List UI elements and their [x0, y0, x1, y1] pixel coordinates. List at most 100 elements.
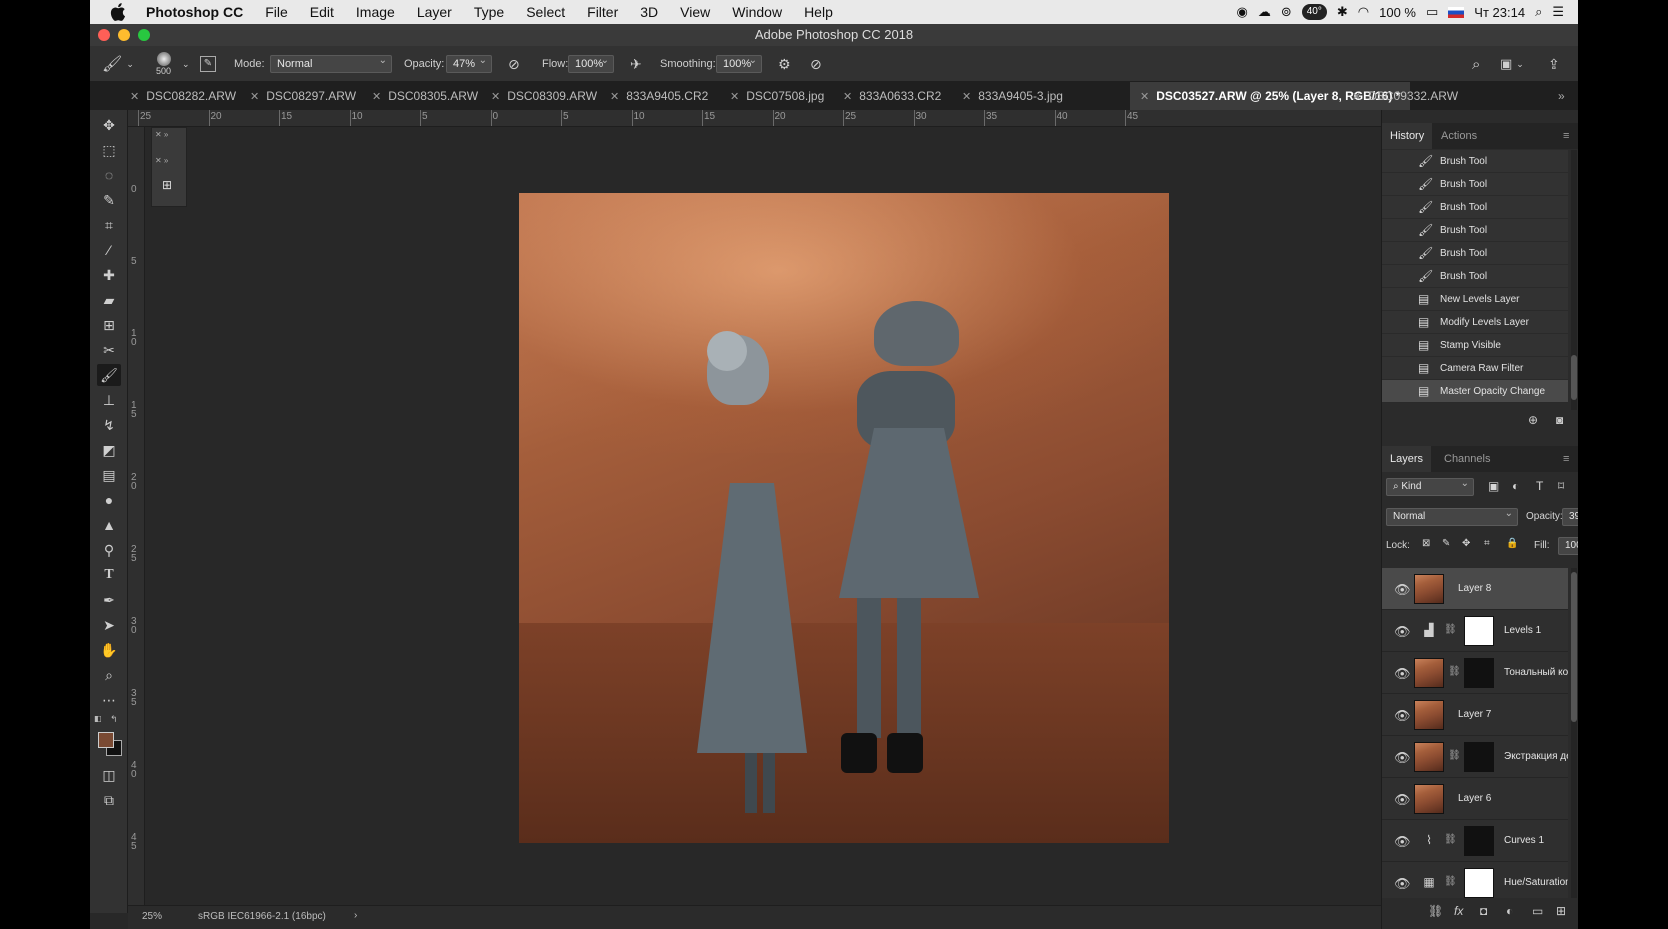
layer-fill-input[interactable]: 100%: [1558, 537, 1578, 555]
close-tab-icon[interactable]: ✕: [730, 91, 739, 103]
document-tab[interactable]: ✕ DSC08282.ARW: [130, 82, 236, 110]
layer-row-selected[interactable]: 👁 Layer 8: [1382, 568, 1568, 610]
link-chain-icon[interactable]: ⛓: [1448, 666, 1461, 677]
lock-artboard-icon[interactable]: ⌗: [1484, 538, 1490, 549]
brush-tool-icon[interactable]: 🖌: [97, 364, 121, 386]
clock[interactable]: Чт 23:14: [1474, 5, 1525, 20]
quick-mask-icon[interactable]: ◫: [97, 764, 121, 786]
pressure-size-icon[interactable]: ⊘: [810, 46, 822, 82]
status-menu-chevron-icon[interactable]: ›: [354, 910, 357, 921]
new-layer-icon[interactable]: ⊞: [1556, 904, 1566, 918]
layer-row[interactable]: 👁 ▟ ⛓ Levels 1: [1382, 610, 1568, 652]
crop-tool-icon[interactable]: ⌗: [97, 214, 121, 236]
patch-tool-icon[interactable]: ▰: [97, 289, 121, 311]
document-tab[interactable]: ✕ 833A9405.CR2: [610, 82, 708, 110]
menu-window[interactable]: Window: [732, 4, 782, 20]
art-history-brush-icon[interactable]: ↯: [97, 414, 121, 436]
vertical-ruler[interactable]: 0 5 10 15 20 25 30 35 40 45: [128, 127, 145, 913]
history-scrollbar[interactable]: [1571, 150, 1577, 410]
zoom-window-button[interactable]: [138, 29, 150, 41]
document-profile[interactable]: sRGB IEC61966-2.1 (16bpc): [198, 911, 326, 922]
temperature-badge[interactable]: 40°: [1301, 4, 1327, 20]
airbrush-icon[interactable]: ✈: [630, 46, 642, 82]
menu-3d[interactable]: 3D: [640, 4, 658, 20]
hand-tool-icon[interactable]: ✋: [97, 639, 121, 661]
lock-all-icon[interactable]: 🔒: [1506, 538, 1518, 549]
close-tab-icon[interactable]: ✕: [962, 91, 971, 103]
visibility-eye-icon[interactable]: 👁: [1394, 834, 1411, 849]
layer-mask-thumbnail[interactable]: [1464, 658, 1494, 688]
reset-colors-icon[interactable]: ◧: [94, 714, 102, 723]
layer-row[interactable]: 👁 ⛓ Экстракция детал...: [1382, 736, 1568, 778]
pressure-opacity-icon[interactable]: ⊘: [508, 46, 520, 82]
move-tool-icon[interactable]: ✥: [97, 114, 121, 136]
dodge-tool-icon[interactable]: ⚲: [97, 539, 121, 561]
horizontal-ruler[interactable]: 25 20 15 10 5 0 5 10 15 20 25 30 35 40 45: [128, 110, 1381, 127]
quick-selection-tool-icon[interactable]: ✎: [97, 189, 121, 211]
brush-size-picker[interactable]: 500: [156, 46, 171, 82]
visibility-eye-icon[interactable]: 👁: [1394, 582, 1411, 597]
menu-view[interactable]: View: [680, 4, 710, 20]
zoom-level[interactable]: 25%: [142, 911, 162, 922]
document-tab[interactable]: ✕ DSC08297.ARW: [250, 82, 356, 110]
swap-colors-icon[interactable]: ↰: [110, 714, 118, 725]
add-mask-icon[interactable]: ◘: [1480, 904, 1487, 918]
blur-tool-icon[interactable]: ●: [97, 489, 121, 511]
panel-menu-icon[interactable]: ≡: [1563, 446, 1569, 472]
link-chain-icon[interactable]: ⛓: [1444, 834, 1457, 845]
pen-tool-icon[interactable]: ✒: [97, 589, 121, 611]
search-icon[interactable]: ⌕: [1472, 46, 1480, 82]
tab-layers[interactable]: Layers: [1382, 446, 1432, 472]
menu-filter[interactable]: Filter: [587, 4, 618, 20]
brush-tool-preset-icon[interactable]: 🖌 ⌄: [102, 46, 134, 82]
history-state[interactable]: ▤ New Levels Layer: [1382, 288, 1568, 311]
filter-pixel-icon[interactable]: ▣: [1488, 479, 1499, 493]
marquee-tool-icon[interactable]: ⬚: [97, 139, 121, 161]
screen-mode-icon[interactable]: ⧉: [97, 789, 121, 811]
menu-image[interactable]: Image: [356, 4, 395, 20]
history-state-current[interactable]: ▤ Master Opacity Change: [1382, 380, 1568, 403]
close-tab-icon[interactable]: ✕: [250, 91, 259, 103]
close-tab-icon[interactable]: ✕: [610, 91, 619, 103]
close-tab-icon[interactable]: ✕: [1140, 91, 1149, 103]
battery-percentage[interactable]: 100 %: [1379, 5, 1416, 20]
menu-help[interactable]: Help: [804, 4, 833, 20]
new-adjustment-layer-icon[interactable]: ◐: [1506, 904, 1513, 918]
close-tab-icon[interactable]: ✕: [1352, 91, 1361, 103]
lasso-tool-icon[interactable]: ◌: [97, 164, 121, 186]
layer-row[interactable]: 👁 Layer 6: [1382, 778, 1568, 820]
stamp-tool-icon[interactable]: ⊞: [97, 314, 121, 336]
layer-mask-thumbnail[interactable]: [1464, 826, 1494, 856]
link-layers-icon[interactable]: ⛓: [1428, 904, 1443, 918]
history-state[interactable]: ▤ Modify Levels Layer: [1382, 311, 1568, 334]
close-tab-icon[interactable]: ✕: [372, 91, 381, 103]
close-window-button[interactable]: [98, 29, 110, 41]
healing-brush-tool-icon[interactable]: ✚: [97, 264, 121, 286]
mode-dropdown[interactable]: Normal: [270, 53, 392, 73]
visibility-eye-icon[interactable]: 👁: [1394, 792, 1411, 807]
sharpen-tool-icon[interactable]: ▲: [97, 514, 121, 536]
close-panel-icon[interactable]: ✕ »: [155, 130, 168, 139]
layer-row[interactable]: 👁 ⛓ Тональный контр...: [1382, 652, 1568, 694]
menu-type[interactable]: Type: [474, 4, 504, 20]
history-state[interactable]: 🖌 Brush Tool: [1382, 150, 1568, 173]
visibility-eye-icon[interactable]: 👁: [1394, 708, 1411, 723]
layer-mask-thumbnail[interactable]: [1464, 616, 1494, 646]
cloud-icon[interactable]: ☁: [1258, 4, 1271, 20]
tab-history[interactable]: History: [1382, 123, 1433, 149]
layer-name[interactable]: Экстракция детал...: [1504, 736, 1568, 778]
input-flag-icon[interactable]: [1448, 6, 1465, 18]
workspace-switcher-icon[interactable]: ▣ ⌄: [1500, 46, 1524, 82]
layer-style-fx-icon[interactable]: fx: [1454, 904, 1463, 918]
document-tab[interactable]: ✕ 833A0633.CR2: [843, 82, 941, 110]
layer-name[interactable]: Levels 1: [1504, 610, 1541, 652]
history-state[interactable]: 🖌 Brush Tool: [1382, 242, 1568, 265]
new-group-folder-icon[interactable]: ▭: [1532, 904, 1543, 918]
flow-input[interactable]: 100%: [568, 53, 614, 73]
more-tools-icon[interactable]: ⋯: [97, 689, 121, 711]
link-chain-icon[interactable]: ⛓: [1448, 750, 1461, 761]
battery-icon[interactable]: ▭: [1426, 4, 1438, 20]
layer-row[interactable]: 👁 ⌇ ⛓ Curves 1: [1382, 820, 1568, 862]
snapshot-camera-icon[interactable]: ◙: [1556, 413, 1563, 427]
visibility-eye-icon[interactable]: 👁: [1394, 750, 1411, 765]
